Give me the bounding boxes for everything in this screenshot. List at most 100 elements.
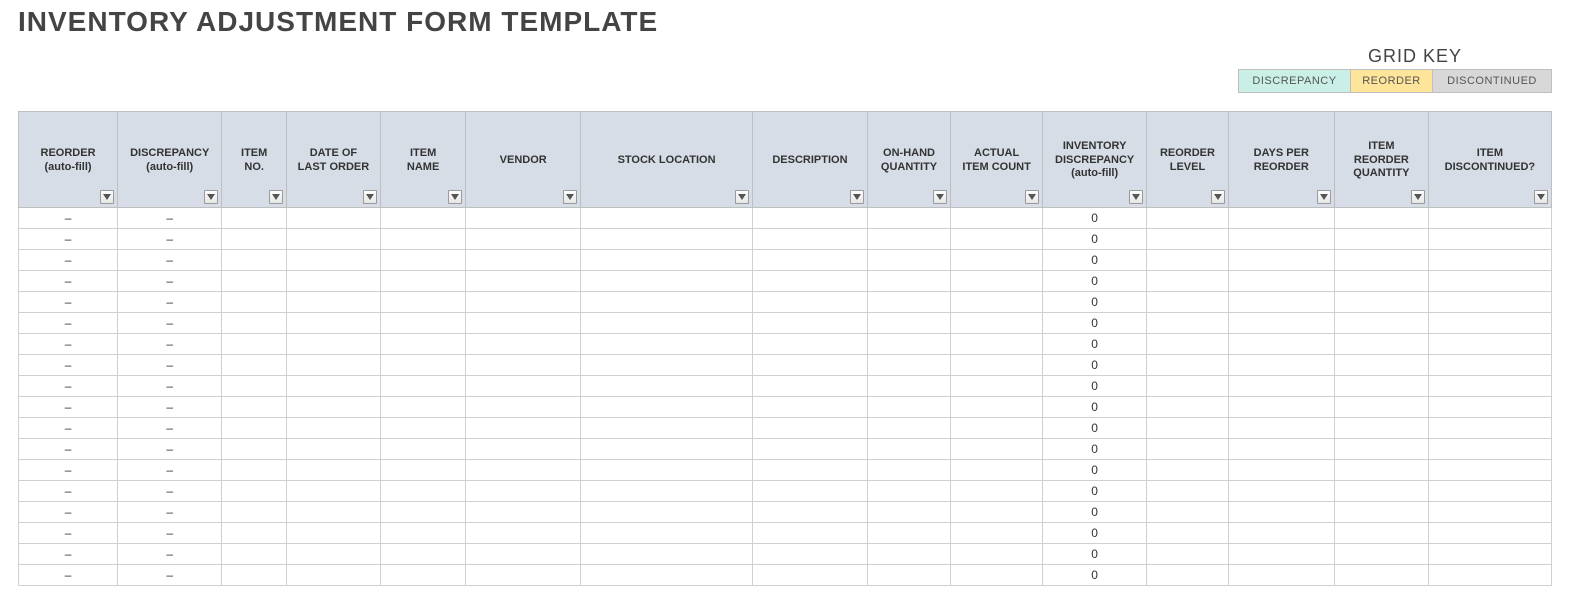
cell-days_reorder[interactable] (1228, 250, 1334, 271)
cell-actual[interactable] (951, 481, 1043, 502)
cell-reorder_level[interactable] (1147, 418, 1228, 439)
cell-date_last[interactable] (287, 292, 381, 313)
cell-days_reorder[interactable] (1228, 565, 1334, 586)
cell-vendor[interactable] (466, 418, 581, 439)
column-header-description[interactable]: DESCRIPTION (753, 112, 868, 208)
cell-vendor[interactable] (466, 271, 581, 292)
cell-reorder_level[interactable] (1147, 481, 1228, 502)
cell-days_reorder[interactable] (1228, 271, 1334, 292)
cell-date_last[interactable] (287, 313, 381, 334)
cell-inv_disc[interactable]: 0 (1043, 397, 1147, 418)
cell-days_reorder[interactable] (1228, 229, 1334, 250)
cell-reorder_level[interactable] (1147, 544, 1228, 565)
cell-date_last[interactable] (287, 355, 381, 376)
cell-stock_loc[interactable] (581, 334, 753, 355)
cell-date_last[interactable] (287, 397, 381, 418)
cell-reorder_auto[interactable]: – (19, 250, 118, 271)
cell-item_name[interactable] (380, 250, 466, 271)
cell-date_last[interactable] (287, 376, 381, 397)
column-header-vendor[interactable]: VENDOR (466, 112, 581, 208)
cell-inv_disc[interactable]: 0 (1043, 355, 1147, 376)
cell-actual[interactable] (951, 271, 1043, 292)
cell-inv_disc[interactable]: 0 (1043, 208, 1147, 229)
cell-item_name[interactable] (380, 439, 466, 460)
column-header-date_last[interactable]: DATE OFLAST ORDER (287, 112, 381, 208)
cell-item_name[interactable] (380, 313, 466, 334)
cell-actual[interactable] (951, 208, 1043, 229)
cell-reorder_qty[interactable] (1334, 271, 1428, 292)
cell-disc_auto[interactable]: – (118, 376, 222, 397)
cell-inv_disc[interactable]: 0 (1043, 502, 1147, 523)
cell-stock_loc[interactable] (581, 208, 753, 229)
cell-stock_loc[interactable] (581, 355, 753, 376)
cell-description[interactable] (753, 355, 868, 376)
cell-discontinued[interactable] (1428, 334, 1551, 355)
cell-vendor[interactable] (466, 565, 581, 586)
cell-actual[interactable] (951, 229, 1043, 250)
cell-date_last[interactable] (287, 229, 381, 250)
cell-item_name[interactable] (380, 376, 466, 397)
filter-dropdown-icon[interactable] (448, 190, 462, 204)
cell-days_reorder[interactable] (1228, 481, 1334, 502)
cell-days_reorder[interactable] (1228, 439, 1334, 460)
cell-reorder_auto[interactable]: – (19, 334, 118, 355)
filter-dropdown-icon[interactable] (1025, 190, 1039, 204)
cell-days_reorder[interactable] (1228, 523, 1334, 544)
cell-vendor[interactable] (466, 376, 581, 397)
cell-date_last[interactable] (287, 208, 381, 229)
cell-item_no[interactable] (222, 229, 287, 250)
cell-item_no[interactable] (222, 565, 287, 586)
cell-reorder_level[interactable] (1147, 292, 1228, 313)
cell-stock_loc[interactable] (581, 250, 753, 271)
cell-days_reorder[interactable] (1228, 292, 1334, 313)
cell-reorder_level[interactable] (1147, 250, 1228, 271)
cell-item_no[interactable] (222, 481, 287, 502)
cell-description[interactable] (753, 292, 868, 313)
cell-actual[interactable] (951, 418, 1043, 439)
cell-reorder_level[interactable] (1147, 208, 1228, 229)
cell-actual[interactable] (951, 355, 1043, 376)
column-header-item_name[interactable]: ITEMNAME (380, 112, 466, 208)
cell-reorder_auto[interactable]: – (19, 376, 118, 397)
cell-onhand[interactable] (867, 502, 950, 523)
cell-discontinued[interactable] (1428, 565, 1551, 586)
cell-reorder_qty[interactable] (1334, 418, 1428, 439)
filter-dropdown-icon[interactable] (933, 190, 947, 204)
cell-date_last[interactable] (287, 334, 381, 355)
cell-date_last[interactable] (287, 481, 381, 502)
cell-reorder_qty[interactable] (1334, 460, 1428, 481)
cell-description[interactable] (753, 313, 868, 334)
cell-description[interactable] (753, 376, 868, 397)
column-header-disc_auto[interactable]: DISCREPANCY(auto-fill) (118, 112, 222, 208)
cell-discontinued[interactable] (1428, 397, 1551, 418)
cell-reorder_level[interactable] (1147, 229, 1228, 250)
cell-days_reorder[interactable] (1228, 208, 1334, 229)
cell-vendor[interactable] (466, 439, 581, 460)
cell-inv_disc[interactable]: 0 (1043, 271, 1147, 292)
cell-reorder_level[interactable] (1147, 460, 1228, 481)
cell-onhand[interactable] (867, 334, 950, 355)
cell-reorder_level[interactable] (1147, 565, 1228, 586)
column-header-discontinued[interactable]: ITEMDISCONTINUED? (1428, 112, 1551, 208)
cell-reorder_qty[interactable] (1334, 292, 1428, 313)
cell-reorder_qty[interactable] (1334, 313, 1428, 334)
cell-discontinued[interactable] (1428, 376, 1551, 397)
cell-reorder_qty[interactable] (1334, 250, 1428, 271)
cell-item_no[interactable] (222, 460, 287, 481)
cell-reorder_auto[interactable]: – (19, 523, 118, 544)
cell-discontinued[interactable] (1428, 481, 1551, 502)
cell-inv_disc[interactable]: 0 (1043, 439, 1147, 460)
cell-inv_disc[interactable]: 0 (1043, 418, 1147, 439)
filter-dropdown-icon[interactable] (1211, 190, 1225, 204)
cell-description[interactable] (753, 208, 868, 229)
cell-item_name[interactable] (380, 460, 466, 481)
column-header-item_no[interactable]: ITEMNO. (222, 112, 287, 208)
cell-discontinued[interactable] (1428, 229, 1551, 250)
cell-discontinued[interactable] (1428, 313, 1551, 334)
cell-discontinued[interactable] (1428, 544, 1551, 565)
cell-stock_loc[interactable] (581, 397, 753, 418)
cell-reorder_level[interactable] (1147, 502, 1228, 523)
cell-reorder_auto[interactable]: – (19, 355, 118, 376)
cell-reorder_auto[interactable]: – (19, 208, 118, 229)
cell-reorder_auto[interactable]: – (19, 271, 118, 292)
